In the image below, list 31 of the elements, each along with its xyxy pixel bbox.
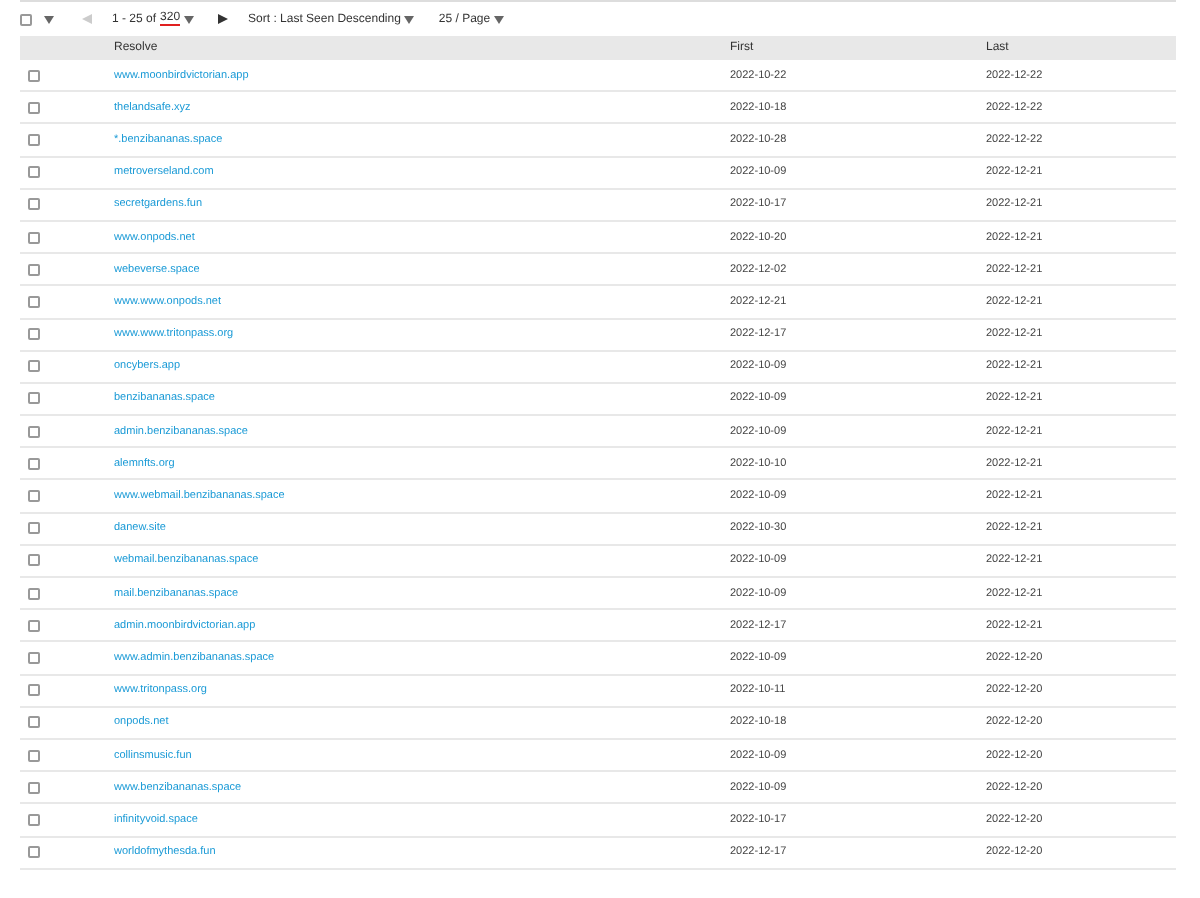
row-checkbox[interactable] bbox=[28, 231, 40, 244]
row-checkbox[interactable] bbox=[28, 490, 40, 503]
caret-icon[interactable] bbox=[44, 15, 54, 23]
row-checkbox[interactable] bbox=[28, 360, 40, 373]
caret-icon bbox=[404, 15, 415, 23]
row-checkbox[interactable] bbox=[28, 263, 40, 276]
row-checkbox[interactable] bbox=[28, 587, 40, 600]
row-checkbox[interactable] bbox=[28, 684, 40, 697]
row-checkbox[interactable] bbox=[28, 392, 40, 405]
row-checkbox[interactable] bbox=[28, 781, 40, 794]
row-checkbox[interactable] bbox=[28, 166, 40, 179]
row-checkbox[interactable] bbox=[28, 328, 40, 341]
row-checkbox[interactable] bbox=[28, 716, 40, 729]
row-checkbox[interactable] bbox=[28, 457, 40, 470]
row-checkbox[interactable] bbox=[28, 813, 40, 826]
row-checkbox[interactable] bbox=[28, 295, 40, 308]
row-checkbox[interactable] bbox=[28, 651, 40, 664]
row-checkbox[interactable] bbox=[28, 619, 40, 632]
row-checkbox[interactable] bbox=[28, 522, 40, 535]
row-checkbox[interactable] bbox=[28, 198, 40, 211]
row-checkbox[interactable] bbox=[28, 425, 40, 438]
next-page-icon[interactable] bbox=[218, 14, 229, 24]
row-checkbox[interactable] bbox=[28, 846, 40, 859]
row-checkbox[interactable] bbox=[28, 133, 40, 146]
caret-icon bbox=[184, 15, 195, 23]
row-checkbox[interactable] bbox=[28, 554, 40, 567]
row-checkbox[interactable] bbox=[28, 101, 40, 114]
select-all-checkbox[interactable] bbox=[20, 13, 32, 25]
row-checkbox[interactable] bbox=[28, 749, 40, 762]
row-checkbox[interactable] bbox=[28, 69, 40, 82]
caret-icon bbox=[494, 15, 505, 23]
